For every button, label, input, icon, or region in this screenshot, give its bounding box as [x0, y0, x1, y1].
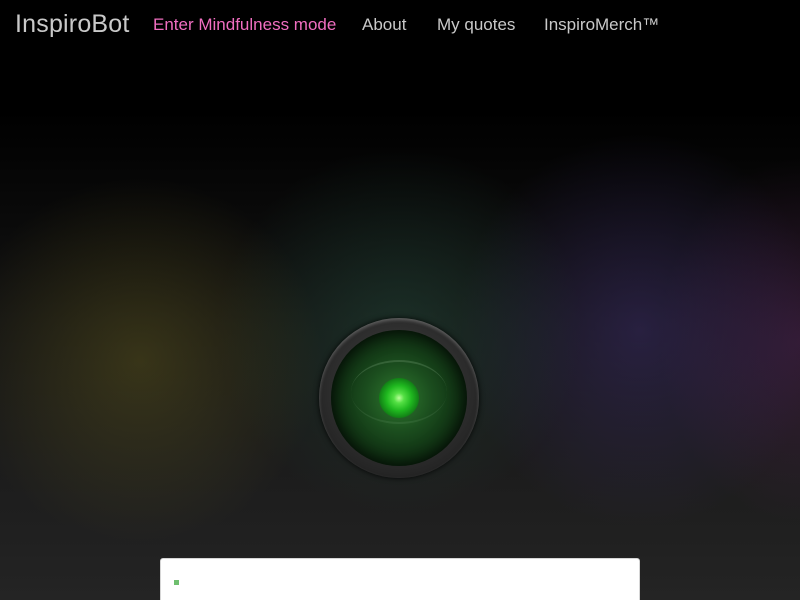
robot-eye-glow	[379, 378, 419, 418]
nav-mindfulness-mode[interactable]: Enter Mindfulness mode	[153, 15, 336, 35]
quote-panel	[160, 558, 640, 600]
robot-eye-lens	[331, 330, 467, 466]
navbar: InspiroBot Enter Mindfulness mode About …	[0, 0, 800, 50]
robot-eye-icon[interactable]	[319, 318, 479, 478]
page: InspiroBot Enter Mindfulness mode About …	[0, 0, 800, 600]
nav-inspiromerch[interactable]: InspiroMerch™	[544, 15, 659, 35]
brand-logo[interactable]: InspiroBot	[15, 10, 130, 39]
nav-about[interactable]: About	[362, 15, 406, 35]
nav-my-quotes[interactable]: My quotes	[437, 15, 515, 35]
loading-dot-icon	[174, 580, 179, 585]
